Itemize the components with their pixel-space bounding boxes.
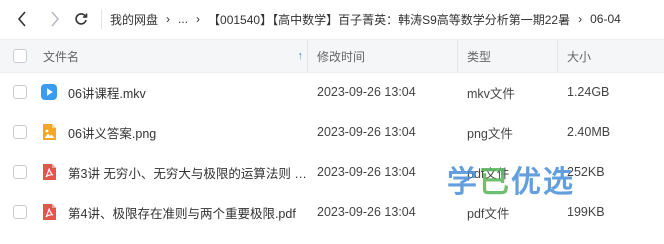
chevron-left-icon	[17, 11, 26, 27]
file-name[interactable]: 06讲课程.mkv	[68, 83, 146, 102]
file-date: 2023-09-26 13:04	[317, 85, 416, 99]
file-name-cell: 06讲课程.mkv	[40, 72, 308, 112]
column-header-type-label: 类型	[467, 49, 492, 64]
refresh-icon	[75, 13, 88, 25]
column-header-name[interactable]: 文件名 ↑	[40, 40, 308, 72]
file-name-cell: 第3讲 无穷小、无穷大与极限的运算法则 (...	[40, 152, 308, 192]
row-checkbox[interactable]	[13, 85, 27, 99]
video-file-icon	[41, 84, 57, 100]
watermark-logo: 学 已 优 选	[447, 152, 647, 206]
file-name[interactable]: 06讲义答案.png	[68, 123, 156, 142]
column-header-date-label: 修改时间	[317, 49, 366, 64]
file-type: mkv文件	[467, 86, 515, 101]
file-size: 2.40MB	[567, 125, 611, 139]
row-checkbox[interactable]	[13, 165, 27, 179]
breadcrumb-parent-folder[interactable]: 【001540】【高中数学】百子菁英：韩涛S9高等数学分析第一期22暑	[206, 11, 572, 28]
pdf-file-icon	[43, 204, 56, 220]
column-header-date[interactable]: 修改时间	[308, 40, 458, 72]
watermark-char: 优	[511, 165, 543, 200]
file-size: 1.24GB	[567, 85, 610, 99]
breadcrumb-current-folder: 06-04	[590, 12, 621, 26]
breadcrumb-root[interactable]: 我的网盘	[108, 11, 160, 28]
file-date: 2023-09-26 13:04	[317, 125, 416, 139]
sort-ascending-icon: ↑	[297, 50, 304, 62]
forward-button[interactable]	[43, 7, 67, 31]
watermark-char: 学	[447, 165, 479, 200]
file-name-cell: 06讲义答案.png	[40, 112, 308, 152]
file-row[interactable]: 06讲课程.mkv 2023-09-26 13:04 mkv文件 1.24GB	[0, 72, 664, 112]
file-name[interactable]: 第3讲 无穷小、无穷大与极限的运算法则 (...	[68, 163, 308, 182]
row-checkbox[interactable]	[13, 125, 27, 139]
row-select-cell	[0, 192, 40, 232]
row-select-cell	[0, 152, 40, 192]
select-all-checkbox[interactable]	[13, 49, 27, 63]
breadcrumb-separator: ›	[166, 12, 171, 26]
file-date: 2023-09-26 13:04	[317, 205, 416, 219]
chevron-right-icon	[51, 11, 60, 27]
column-header-name-label: 文件名	[43, 49, 80, 64]
column-header-type[interactable]: 类型	[458, 40, 558, 72]
refresh-button[interactable]	[69, 7, 93, 31]
file-list-header: 文件名 ↑ 修改时间 类型 大小	[0, 39, 664, 73]
column-header-size[interactable]: 大小	[558, 40, 664, 72]
file-row[interactable]: 06讲义答案.png 2023-09-26 13:04 png文件 2.40MB	[0, 112, 664, 152]
row-select-cell	[0, 72, 40, 112]
watermark-char: 已	[479, 165, 511, 200]
back-button[interactable]	[10, 7, 34, 31]
breadcrumb: 我的网盘 › ... › 【001540】【高中数学】百子菁英：韩涛S9高等数学…	[108, 11, 664, 28]
row-select-cell	[0, 112, 40, 152]
breadcrumb-ellipsis[interactable]: ...	[176, 12, 190, 26]
breadcrumb-separator: ›	[578, 12, 583, 26]
file-date: 2023-09-26 13:04	[317, 165, 416, 179]
file-type: png文件	[467, 126, 513, 141]
row-checkbox[interactable]	[13, 205, 27, 219]
watermark-char: 选	[543, 165, 575, 200]
navigation-bar: 我的网盘 › ... › 【001540】【高中数学】百子菁英：韩涛S9高等数学…	[0, 0, 664, 38]
image-file-icon	[43, 124, 56, 140]
file-name-cell: 第4讲、极限存在准则与两个重要极限.pdf	[40, 192, 308, 232]
file-name[interactable]: 第4讲、极限存在准则与两个重要极限.pdf	[68, 203, 296, 222]
column-header-size-label: 大小	[567, 49, 592, 64]
pdf-file-icon	[43, 164, 56, 180]
select-all-cell	[0, 40, 40, 72]
breadcrumb-separator: ›	[196, 12, 201, 26]
nav-divider	[101, 9, 102, 29]
